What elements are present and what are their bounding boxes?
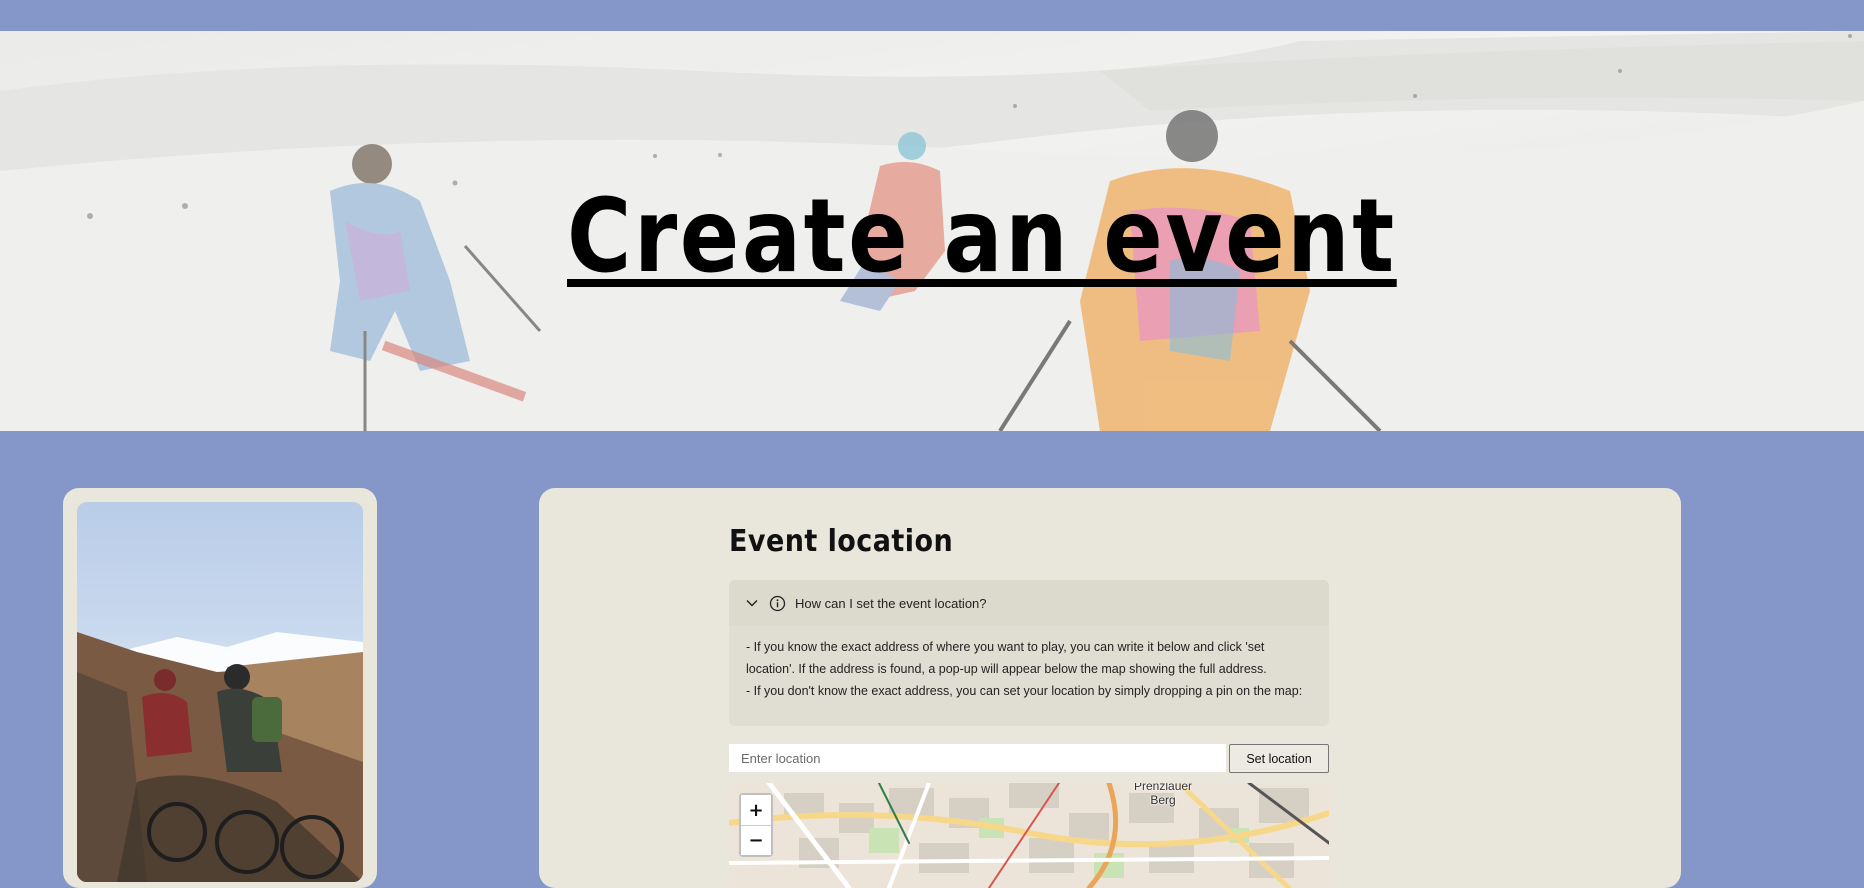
- set-location-button[interactable]: Set location: [1229, 744, 1329, 773]
- event-form-card: Event location How can I set the event l…: [539, 488, 1681, 888]
- location-help-content: - If you know the exact address of where…: [746, 636, 1316, 702]
- chevron-down-icon: [745, 596, 759, 610]
- event-location-heading: Event location: [729, 524, 954, 559]
- info-icon: [769, 595, 786, 612]
- map-label-line-1: Prenzlauer: [1134, 783, 1193, 793]
- top-nav-bar: [0, 0, 1864, 31]
- map-zoom-control: + −: [739, 793, 773, 857]
- help-line-pin: - If you don't know the exact address, y…: [746, 684, 1303, 698]
- zoom-out-button[interactable]: −: [741, 825, 771, 855]
- map-label-line-2: Berg: [1150, 793, 1176, 807]
- sidebar-image-card: [63, 488, 377, 888]
- location-input[interactable]: [729, 744, 1226, 772]
- hero-banner: Create an event: [0, 31, 1864, 431]
- location-map[interactable]: Prenzlauer Berg + −: [729, 783, 1329, 888]
- map-place-label: Prenzlauer Berg: [1134, 783, 1192, 807]
- zoom-in-button[interactable]: +: [741, 795, 771, 825]
- page-title: Create an event: [567, 177, 1397, 296]
- location-help-accordion: How can I set the event location? - If y…: [729, 580, 1329, 726]
- mountain-bikers-photo: [77, 502, 363, 882]
- help-line-address: - If you know the exact address of where…: [746, 640, 1267, 676]
- location-help-toggle[interactable]: How can I set the event location?: [729, 580, 1329, 626]
- mountain-bikers-illustration: [77, 632, 363, 882]
- location-help-question: How can I set the event location?: [795, 595, 987, 611]
- map-tiles[interactable]: [729, 783, 1329, 888]
